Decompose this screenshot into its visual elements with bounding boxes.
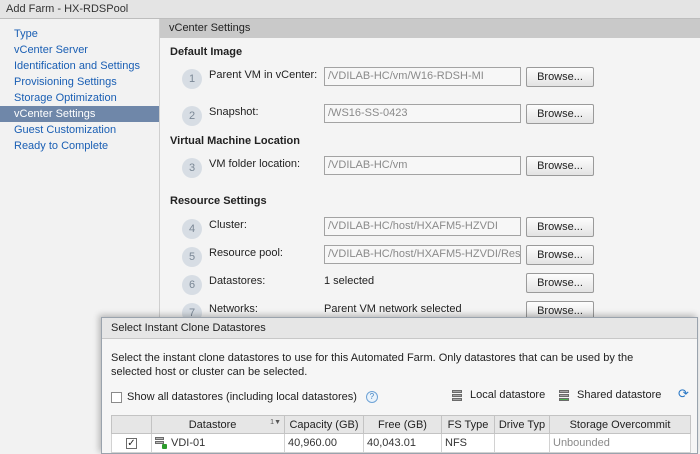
row-select-cell[interactable]: ✓ xyxy=(111,433,152,453)
nav-item-guest-customization[interactable]: Guest Customization xyxy=(0,122,159,138)
vm-folder-field[interactable]: /VDILAB-HC/vm xyxy=(324,156,521,175)
cluster-browse-button[interactable]: Browse... xyxy=(526,217,594,237)
nav-item-provisioning-settings[interactable]: Provisioning Settings xyxy=(0,74,159,90)
local-datastore-icon xyxy=(451,389,463,402)
vm-folder-row: 3 VM folder location: /VDILAB-HC/vm Brow… xyxy=(182,156,692,178)
parent-vm-browse-button[interactable]: Browse... xyxy=(526,67,594,87)
nav-item-ready-to-complete[interactable]: Ready to Complete xyxy=(0,138,159,154)
nav-item-storage-optimization[interactable]: Storage Optimization xyxy=(0,90,159,106)
section-vm-location: Virtual Machine Location xyxy=(170,135,300,147)
shared-datastore-icon xyxy=(558,389,570,402)
resource-pool-field[interactable]: /VDILAB-HC/host/HXAFM5-HZVDI/Reso xyxy=(324,245,521,264)
datastores-label: Datastores: xyxy=(209,275,266,287)
section-resource-settings: Resource Settings xyxy=(170,195,267,207)
datastores-value: 1 selected xyxy=(324,275,375,287)
nav-item-vcenter-server[interactable]: vCenter Server xyxy=(0,42,159,58)
column-datastore-label: Datastore xyxy=(188,418,237,431)
column-datastore[interactable]: Datastore 1▼ xyxy=(151,415,285,434)
resource-pool-browse-button[interactable]: Browse... xyxy=(526,245,594,265)
datastores-row: 6 Datastores: 1 selected Browse... xyxy=(182,273,692,295)
networks-value: Parent VM network selected xyxy=(324,303,462,315)
cluster-row: 4 Cluster: /VDILAB-HC/host/HXAFM5-HZVDI … xyxy=(182,217,692,239)
cluster-field[interactable]: /VDILAB-HC/host/HXAFM5-HZVDI xyxy=(324,217,521,236)
section-default-image: Default Image xyxy=(170,46,243,58)
legend-shared: Shared datastore xyxy=(558,387,661,403)
overcommit-cell: Unbounded xyxy=(549,433,691,453)
table-row[interactable]: ✓ VDI-01 40,960.00 40,043.01 NFS Unbound… xyxy=(111,433,691,453)
parent-vm-label: Parent VM in vCenter: xyxy=(209,69,318,81)
nav-item-vcenter-settings[interactable]: vCenter Settings xyxy=(0,106,159,122)
nav-item-identification-settings[interactable]: Identification and Settings xyxy=(0,58,159,74)
legend-shared-label: Shared datastore xyxy=(577,389,662,401)
parent-vm-field[interactable]: /VDILAB-HC/vm/W16-RDSH-MI xyxy=(324,67,521,86)
step-number-1: 1 xyxy=(182,69,202,89)
snapshot-browse-button[interactable]: Browse... xyxy=(526,104,594,124)
show-all-datastores-option[interactable]: Show all datastores (including local dat… xyxy=(111,390,378,404)
vm-folder-browse-button[interactable]: Browse... xyxy=(526,156,594,176)
step-number-5: 5 xyxy=(182,247,202,267)
fs-type-cell: NFS xyxy=(441,433,495,453)
legend-local-label: Local datastore xyxy=(470,389,546,401)
step-number-4: 4 xyxy=(182,219,202,239)
column-free[interactable]: Free (GB) xyxy=(363,415,442,434)
select-datastores-dialog: Select Instant Clone Datastores Select t… xyxy=(101,317,698,454)
column-fs-type[interactable]: FS Type xyxy=(441,415,495,434)
vm-folder-label: VM folder location: xyxy=(209,158,301,170)
shared-datastore-icon xyxy=(155,437,167,449)
row-checkbox[interactable]: ✓ xyxy=(126,438,137,449)
datastores-browse-button[interactable]: Browse... xyxy=(526,273,594,293)
dialog-description: Select the instant clone datastores to u… xyxy=(111,352,634,378)
networks-label: Networks: xyxy=(209,303,258,315)
refresh-icon[interactable]: ⟳ xyxy=(678,387,690,400)
panel-header: vCenter Settings xyxy=(160,19,700,38)
resource-pool-row: 5 Resource pool: /VDILAB-HC/host/HXAFM5-… xyxy=(182,245,692,267)
parent-vm-row: 1 Parent VM in vCenter: /VDILAB-HC/vm/W1… xyxy=(182,67,692,89)
show-all-checkbox[interactable] xyxy=(111,391,122,403)
sort-indicator: 1▼ xyxy=(270,418,281,426)
snapshot-label: Snapshot: xyxy=(209,106,259,118)
help-icon[interactable]: ? xyxy=(365,391,378,403)
table-header-row: Datastore 1▼ Capacity (GB) Free (GB) FS T… xyxy=(111,415,691,434)
show-all-label: Show all datastores (including local dat… xyxy=(127,391,357,403)
drive-type-cell xyxy=(494,433,550,453)
legend-local: Local datastore xyxy=(451,387,545,403)
cluster-label: Cluster: xyxy=(209,219,247,231)
step-number-2: 2 xyxy=(182,106,202,126)
column-select xyxy=(111,415,152,434)
column-capacity[interactable]: Capacity (GB) xyxy=(284,415,364,434)
step-number-6: 6 xyxy=(182,275,202,295)
snapshot-field[interactable]: /WS16-SS-0423 xyxy=(324,104,521,123)
free-cell: 40,043.01 xyxy=(363,433,442,453)
nav-item-type[interactable]: Type xyxy=(0,26,159,42)
snapshot-row: 2 Snapshot: /WS16-SS-0423 Browse... xyxy=(182,104,692,126)
capacity-cell: 40,960.00 xyxy=(284,433,364,453)
datastores-table: Datastore 1▼ Capacity (GB) Free (GB) FS T… xyxy=(111,415,691,453)
window-title: Add Farm - HX-RDSPool xyxy=(0,0,700,19)
column-drive-type[interactable]: Drive Typ xyxy=(494,415,550,434)
column-storage-overcommit[interactable]: Storage Overcommit xyxy=(549,415,691,434)
datastore-name: VDI-01 xyxy=(171,437,206,449)
dialog-title: Select Instant Clone Datastores xyxy=(102,318,697,339)
resource-pool-label: Resource pool: xyxy=(209,247,283,259)
datastore-cell: VDI-01 xyxy=(151,433,285,453)
step-number-3: 3 xyxy=(182,158,202,178)
